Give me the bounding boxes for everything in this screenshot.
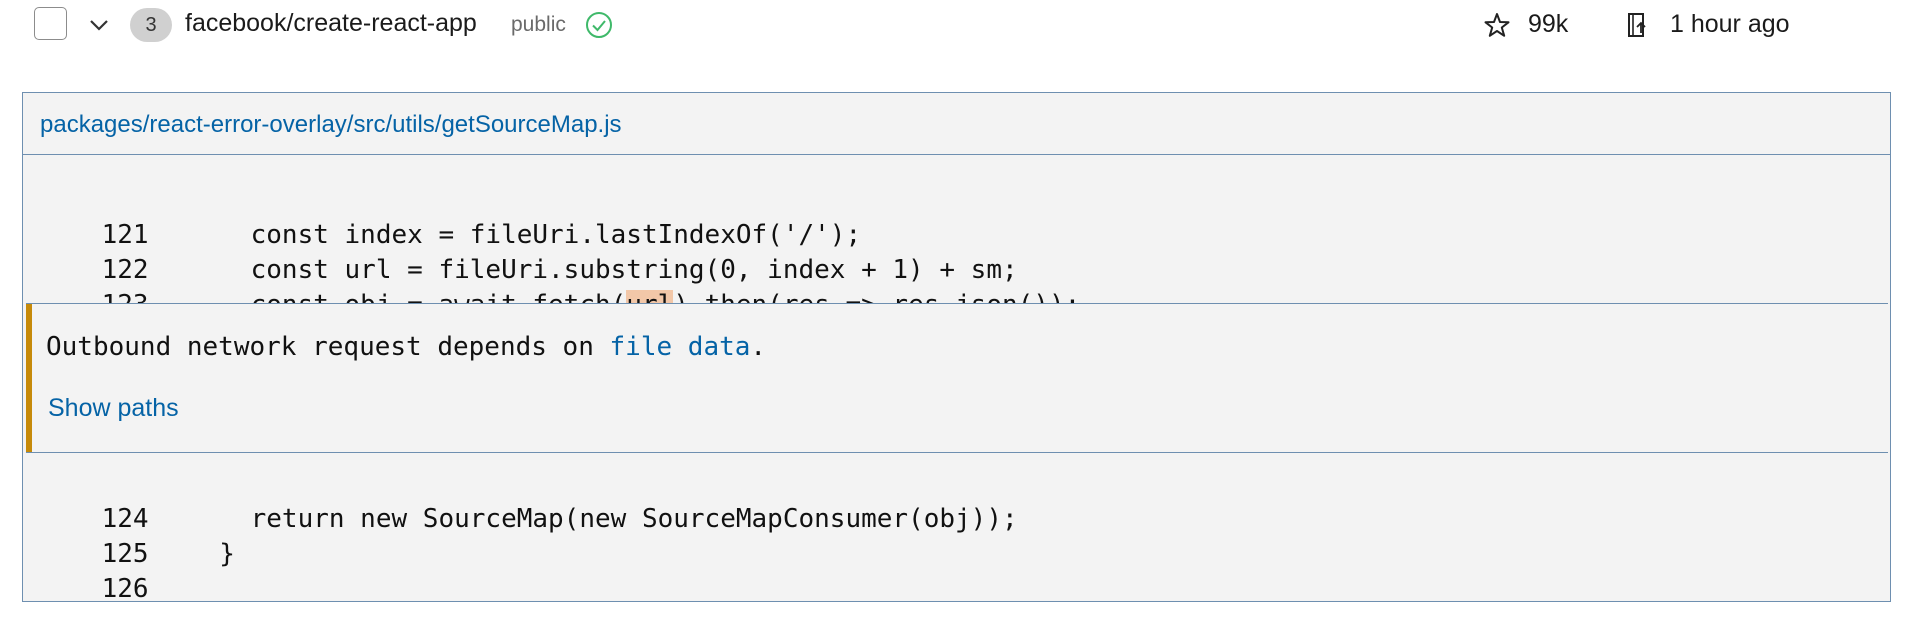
visibility-label: public [511, 13, 566, 36]
check-circle-icon [586, 12, 612, 38]
file-header: packages/react-error-overlay/src/utils/g… [23, 93, 1890, 155]
code-result-panel: packages/react-error-overlay/src/utils/g… [22, 92, 1891, 604]
alert-message-text: Outbound network request depends on [46, 332, 610, 362]
alert-message-suffix: . [750, 332, 767, 362]
line-number: 126 [101, 574, 149, 604]
select-checkbox[interactable] [34, 7, 67, 40]
code-line: 125 } [39, 502, 235, 569]
code-text: return new SourceMap(new SourceMapConsum… [188, 504, 1018, 534]
updated-time: 1 hour ago [1670, 10, 1790, 38]
code-line: 121 const index = fileUri.lastIndexOf('/… [39, 183, 861, 250]
code-text: const index = fileUri.lastIndexOf('/'); [188, 220, 862, 250]
code-text: } [188, 539, 235, 569]
alert-message: Outbound network request depends on file… [46, 332, 766, 362]
star-count: 99k [1528, 10, 1569, 38]
star-icon [1484, 13, 1510, 37]
show-paths-link[interactable]: Show paths [48, 394, 179, 423]
code-text: const url = fileUri.substring(0, index +… [188, 255, 1018, 285]
file-path-link[interactable]: packages/react-error-overlay/src/utils/g… [40, 111, 622, 139]
code-line: 122 const url = fileUri.substring(0, ind… [39, 218, 1018, 285]
file-data-link[interactable]: file data [610, 332, 751, 362]
result-count-badge: 3 [130, 8, 172, 42]
result-header: 3 facebook/create-react-app public 99k 1… [0, 0, 1912, 52]
repo-name-link[interactable]: facebook/create-react-app [185, 9, 477, 38]
code-line: 126 [39, 537, 162, 604]
code-line: 123 const obj = await fetch(url).then(re… [39, 253, 1080, 320]
alert-message-box: Outbound network request depends on file… [26, 303, 1888, 453]
chevron-down-icon[interactable] [87, 13, 111, 37]
repo-update-icon [1628, 13, 1646, 37]
code-line: 124 return new SourceMap(new SourceMapCo… [39, 467, 1018, 534]
alert-severity-bar [26, 304, 32, 452]
